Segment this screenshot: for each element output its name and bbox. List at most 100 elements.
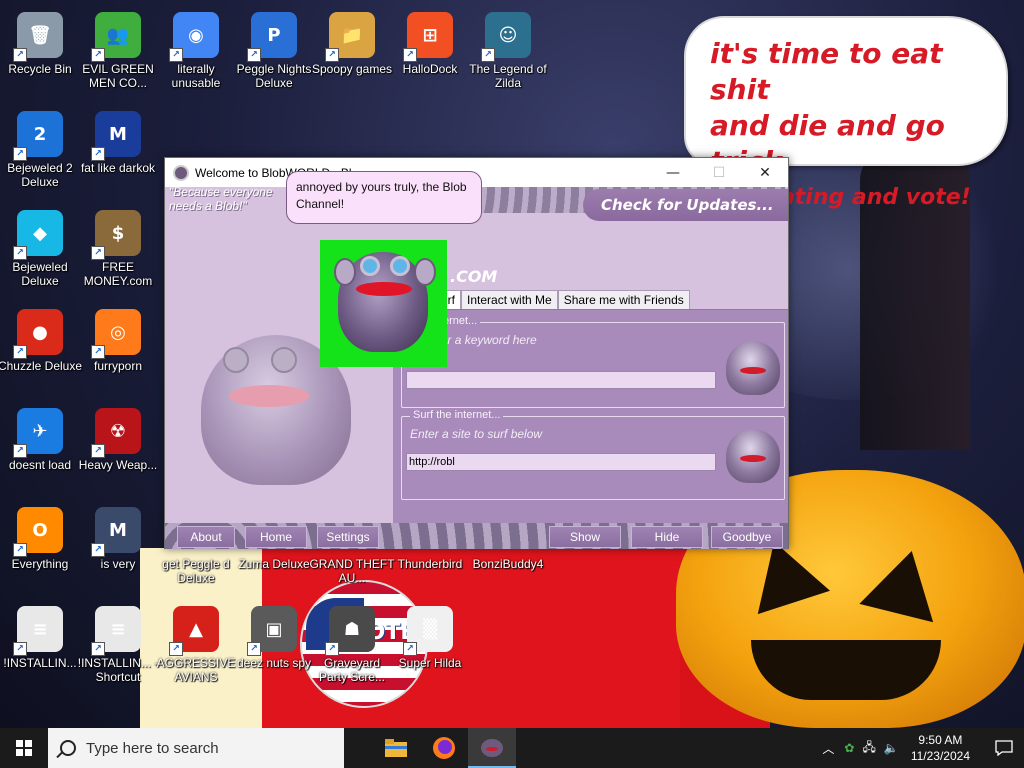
search-go-blob-icon[interactable]: [726, 341, 780, 395]
chevron-up-icon[interactable]: ︿: [822, 740, 834, 757]
desktop-icon[interactable]: 📁 ↗ Spoopy games: [312, 6, 392, 98]
tab-interact[interactable]: Interact with Me: [461, 290, 558, 310]
notifications-icon[interactable]: [984, 728, 1024, 768]
blob-app-icon: [173, 164, 189, 181]
tab-share[interactable]: Share me with Friends: [557, 290, 690, 310]
desktop-icon[interactable]: ◆ ↗ Bejeweled Deluxe: [0, 204, 80, 296]
app-icon: ⊞ ↗: [403, 12, 453, 62]
search-group: the internet... or enter a keyword here: [401, 315, 785, 408]
app-icon: 🗑 ↗: [13, 12, 63, 62]
desktop-icon[interactable]: ▣ ↗ deez nuts spy: [234, 600, 314, 692]
desktop-icon[interactable]: GRAND THEFT AU...: [309, 553, 394, 585]
show-button[interactable]: Show: [549, 526, 621, 548]
desktop-icon-label: Spoopy games: [311, 62, 393, 76]
desktop-icon[interactable]: 🗑 ↗ Recycle Bin: [0, 6, 80, 98]
app-icon: 📁 ↗: [325, 12, 375, 62]
desktop-icon-label: is very: [100, 557, 136, 571]
desktop-icon[interactable]: O ↗ Everything: [0, 501, 80, 593]
firefox-icon: [433, 737, 455, 759]
desktop-icon[interactable]: P ↗ Peggle Nights Deluxe: [234, 6, 314, 98]
volume-icon[interactable]: 🔈: [884, 741, 899, 755]
desktop-icon[interactable]: Thunderbird: [390, 553, 470, 571]
desktop-icon[interactable]: Zuma Deluxe: [234, 553, 314, 571]
desktop-icon[interactable]: ☺ ↗ The Legend of Zilda: [468, 6, 548, 98]
desktop-icon[interactable]: ◎ ↗ furryporn: [78, 303, 158, 395]
taskbar-blobworld[interactable]: [468, 728, 516, 768]
desktop-icon[interactable]: 2 ↗ Bejeweled 2 Deluxe: [0, 105, 80, 197]
taskbar-clock[interactable]: 9:50 AM 11/23/2024: [911, 732, 970, 764]
bubble-line-1: it's time to eat shit: [710, 37, 943, 106]
shortcut-arrow-icon: ↗: [13, 444, 27, 458]
desktop-icon[interactable]: $ ↗ FREE MONEY.com: [78, 204, 158, 296]
desktop-icon[interactable]: ≡ ↗ !INSTALLIN... - Shortcut: [78, 600, 158, 692]
app-icon: ☢ ↗: [91, 408, 141, 458]
close-button[interactable]: ✕: [742, 158, 788, 187]
desktop-icon[interactable]: ≡ ↗ !INSTALLIN...: [0, 600, 80, 692]
desktop-icon[interactable]: ☢ ↗ Heavy Weap...: [78, 402, 158, 494]
search-input[interactable]: [406, 371, 716, 389]
start-button[interactable]: [0, 728, 48, 768]
taskbar-firefox[interactable]: [420, 728, 468, 768]
app-icon: ● ↗: [13, 309, 63, 359]
desktop-icon[interactable]: ◉ ↗ literally unusable: [156, 6, 236, 98]
shortcut-arrow-icon: ↗: [481, 48, 495, 62]
desktop-icon-label: !INSTALLIN...: [3, 656, 77, 670]
tray-app-icon[interactable]: ✿: [844, 741, 854, 755]
shortcut-arrow-icon: ↗: [403, 48, 417, 62]
surf-go-blob-icon[interactable]: [726, 429, 780, 483]
home-button[interactable]: Home: [245, 526, 307, 548]
taskbar: Type here to search ︿ ✿ 🖧 🔈 9:50 AM 11/2…: [0, 728, 1024, 768]
desktop-icon-label: Graveyard Party Scre...: [318, 656, 386, 684]
app-icon: ▒ ↗: [403, 606, 453, 656]
url-input[interactable]: [406, 453, 716, 471]
desktop-icon[interactable]: ▒ ↗ Super Hilda: [390, 600, 470, 692]
desktop-icon[interactable]: ▲ ↗ AGGRESSIVE AVIANS: [156, 600, 236, 692]
desktop-icon[interactable]: get Peggle d Deluxe: [156, 553, 236, 585]
desktop-icon[interactable]: ☗ ↗ Graveyard Party Scre...: [312, 600, 392, 692]
surf-group-title: Surf the internet...: [410, 409, 504, 421]
blob-character-green[interactable]: [320, 240, 447, 367]
blob-eye-right: [390, 256, 410, 276]
shortcut-arrow-icon: ↗: [91, 246, 105, 260]
desktop-icon[interactable]: M ↗ is very: [78, 501, 158, 593]
blob-eye-right: [271, 347, 297, 373]
shortcut-arrow-icon: ↗: [91, 444, 105, 458]
desktop-icon[interactable]: M ↗ fat like darkok: [78, 105, 158, 197]
app-icon: ◎ ↗: [91, 309, 141, 359]
settings-button[interactable]: Settings: [317, 526, 379, 548]
shortcut-arrow-icon: ↗: [13, 345, 27, 359]
hide-button[interactable]: Hide: [631, 526, 703, 548]
shortcut-arrow-icon: ↗: [13, 48, 27, 62]
goodbye-button[interactable]: Goodbye: [711, 526, 783, 548]
window-client: "Because everyone needs a Blob!" Check f…: [165, 187, 788, 549]
desktop-icon-label: HalloDock: [402, 62, 458, 76]
maximize-button[interactable]: ☐: [696, 158, 742, 187]
desktop-icon[interactable]: BonziBuddy4: [468, 553, 548, 571]
shortcut-arrow-icon: ↗: [169, 48, 183, 62]
windows-logo-icon: [16, 740, 32, 756]
taskbar-file-explorer[interactable]: [372, 728, 420, 768]
desktop-icon-label: EVIL GREEN MEN CO...: [82, 62, 154, 90]
desktop-icon[interactable]: 👥 ↗ EVIL GREEN MEN CO...: [78, 6, 158, 98]
chat-bubble-icon: [995, 740, 1013, 756]
pumpkin-right-eye: [859, 541, 949, 623]
surf-hint: Enter a site to surf below: [410, 427, 543, 441]
shortcut-arrow-icon: ↗: [91, 543, 105, 557]
desktop-icon[interactable]: ⊞ ↗ HalloDock: [390, 6, 470, 98]
surf-panel: the internet... or enter a keyword here …: [393, 309, 788, 541]
shortcut-arrow-icon: ↗: [247, 48, 261, 62]
desktop-icon[interactable]: ● ↗ Chuzzle Deluxe: [0, 303, 82, 395]
desktop-icon-label: Thunderbird: [397, 557, 463, 571]
minimize-button[interactable]: —: [650, 158, 696, 187]
desktop-icon[interactable]: ✈ ↗ doesnt load: [0, 402, 80, 494]
clock-time: 9:50 AM: [918, 733, 963, 747]
about-button[interactable]: About: [177, 526, 235, 548]
window-controls: — ☐ ✕: [650, 158, 788, 187]
taskbar-search-box[interactable]: Type here to search: [48, 728, 344, 768]
shortcut-arrow-icon: ↗: [13, 642, 27, 656]
network-icon[interactable]: 🖧: [862, 738, 875, 759]
app-icon: ✈ ↗: [13, 408, 63, 458]
check-updates-button[interactable]: Check for Updates...: [583, 189, 788, 221]
shortcut-arrow-icon: ↗: [325, 48, 339, 62]
shortcut-arrow-icon: ↗: [91, 48, 105, 62]
